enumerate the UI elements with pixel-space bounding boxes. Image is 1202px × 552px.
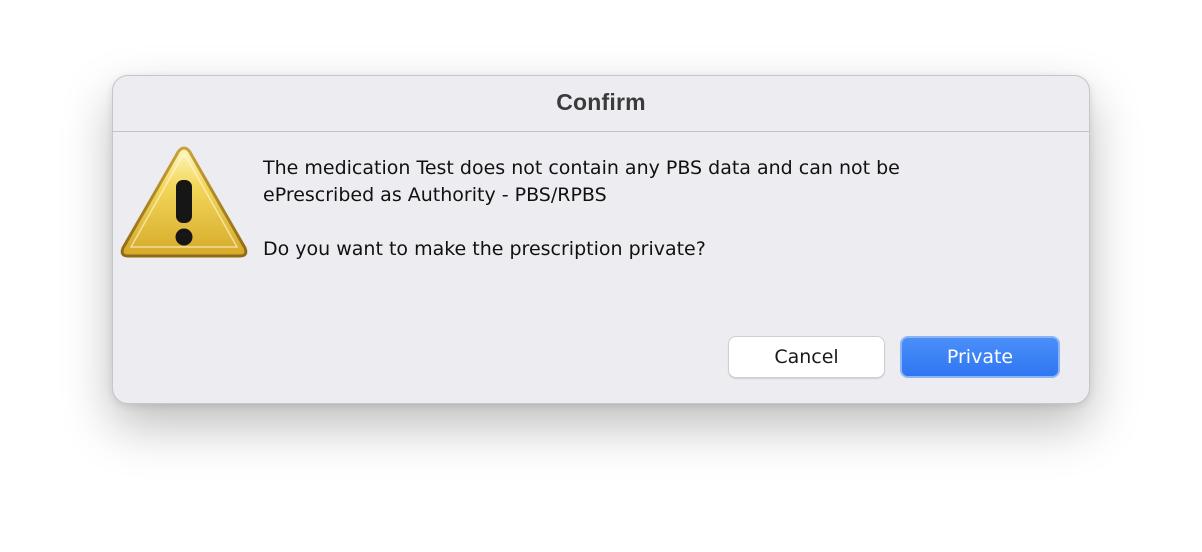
- dialog-message: The medication Test does not contain any…: [263, 155, 1063, 263]
- message-question: Do you want to make the prescription pri…: [263, 238, 706, 260]
- cancel-button[interactable]: Cancel: [728, 336, 885, 378]
- dialog-titlebar: Confirm: [113, 76, 1089, 132]
- private-button[interactable]: Private: [900, 336, 1060, 378]
- dialog-title: Confirm: [556, 89, 646, 115]
- warning-icon: [119, 144, 249, 262]
- confirm-dialog: Confirm The medication Test does not con…: [112, 75, 1090, 404]
- message-line-1: The medication Test does not contain any…: [263, 157, 900, 179]
- message-line-2: ePrescribed as Authority - PBS/RPBS: [263, 184, 607, 206]
